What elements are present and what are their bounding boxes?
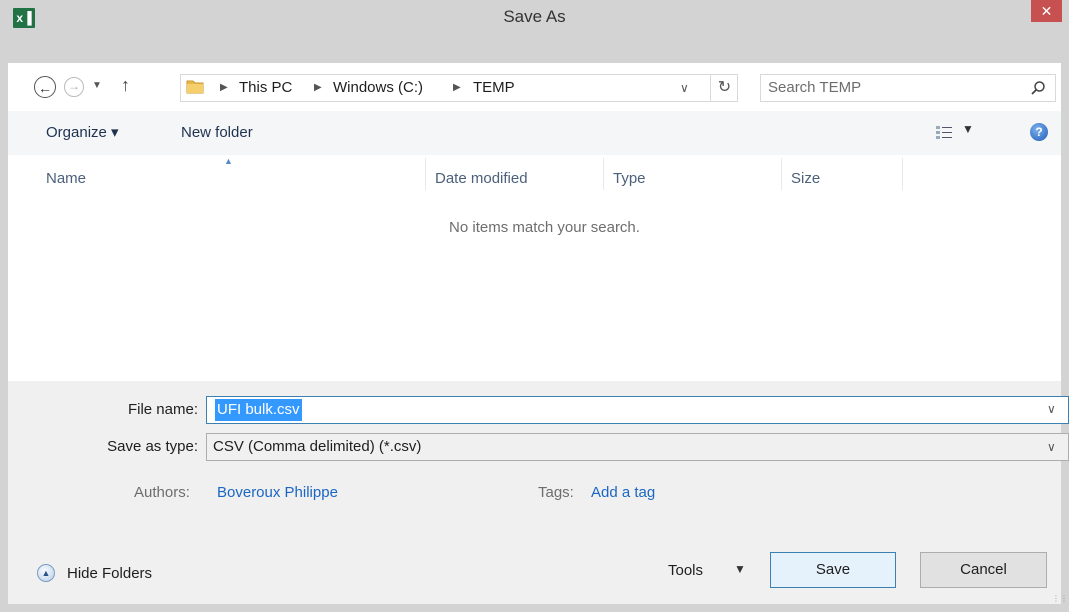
breadcrumb-separator-icon[interactable]: ▶ (314, 74, 322, 102)
close-button[interactable]: ✕ (1031, 0, 1062, 22)
refresh-icon[interactable]: ↻ (710, 74, 738, 102)
add-tag-link[interactable]: Add a tag (591, 482, 655, 504)
file-name-value[interactable]: UFI bulk.csv (215, 399, 302, 421)
tools-menu[interactable]: Tools (668, 560, 703, 582)
empty-list-text: No items match your search. (449, 219, 640, 236)
window-frame-right (1061, 63, 1069, 612)
breadcrumb-separator-icon[interactable]: ▶ (220, 74, 228, 102)
back-button[interactable]: ← (34, 76, 56, 98)
folder-icon (186, 80, 204, 94)
breadcrumb-windows-c[interactable]: Windows (C:) (333, 74, 423, 102)
hide-folders-button[interactable]: Hide Folders (67, 563, 152, 585)
tags-label: Tags: (538, 484, 574, 501)
file-name-label: File name: (127, 401, 198, 418)
column-header-date-modified[interactable]: Date modified (435, 165, 528, 193)
column-divider[interactable] (902, 158, 903, 190)
save-type-label: Save as type: (107, 438, 198, 455)
command-bar (8, 111, 1061, 155)
column-header-type[interactable]: Type (613, 165, 646, 193)
save-button[interactable]: Save (770, 552, 896, 588)
authors-link[interactable]: Boveroux Philippe (217, 482, 338, 504)
resize-grip-icon[interactable]: ⋮⋮ (1052, 595, 1068, 603)
organize-menu[interactable]: Organize ▾ (46, 121, 119, 145)
up-arrow-icon[interactable]: ↑ (121, 75, 130, 96)
breadcrumb-separator-icon[interactable]: ▶ (453, 74, 461, 102)
save-type-dropdown-icon[interactable]: ∨ (1047, 440, 1056, 454)
window-frame-bottom (0, 604, 1069, 612)
file-name-input[interactable] (206, 396, 1069, 424)
hide-folders-icon[interactable]: ▲ (37, 564, 55, 582)
column-header-size[interactable]: Size (791, 165, 820, 193)
file-name-dropdown-icon[interactable]: ∨ (1047, 402, 1056, 416)
view-dropdown-icon[interactable]: ▼ (962, 122, 974, 136)
view-options-icon[interactable] (935, 124, 953, 140)
column-header-name[interactable]: Name (46, 165, 86, 193)
cancel-button[interactable]: Cancel (920, 552, 1047, 588)
empty-list-message: No items match your search. (0, 219, 1069, 236)
save-type-value[interactable]: CSV (Comma delimited) (*.csv) (213, 433, 421, 461)
column-divider[interactable] (425, 158, 426, 190)
search-input[interactable]: Search TEMP (768, 74, 861, 102)
column-divider[interactable] (603, 158, 604, 190)
breadcrumb-temp[interactable]: TEMP (473, 74, 515, 102)
window-frame-left (0, 63, 8, 612)
help-icon[interactable]: ? (1030, 123, 1048, 141)
forward-button[interactable]: → (64, 77, 84, 97)
tools-dropdown-icon[interactable]: ▼ (734, 562, 746, 576)
authors-label: Authors: (134, 484, 190, 501)
column-divider[interactable] (781, 158, 782, 190)
search-icon[interactable] (1030, 80, 1046, 96)
recent-locations-dropdown[interactable]: ▼ (92, 80, 102, 91)
new-folder-button[interactable]: New folder (181, 121, 253, 145)
sort-ascending-icon: ▲ (224, 156, 233, 166)
window-title: Save As (503, 7, 566, 26)
breadcrumb-this-pc[interactable]: This PC (239, 74, 292, 102)
address-dropdown-icon[interactable]: ∨ (680, 74, 689, 102)
